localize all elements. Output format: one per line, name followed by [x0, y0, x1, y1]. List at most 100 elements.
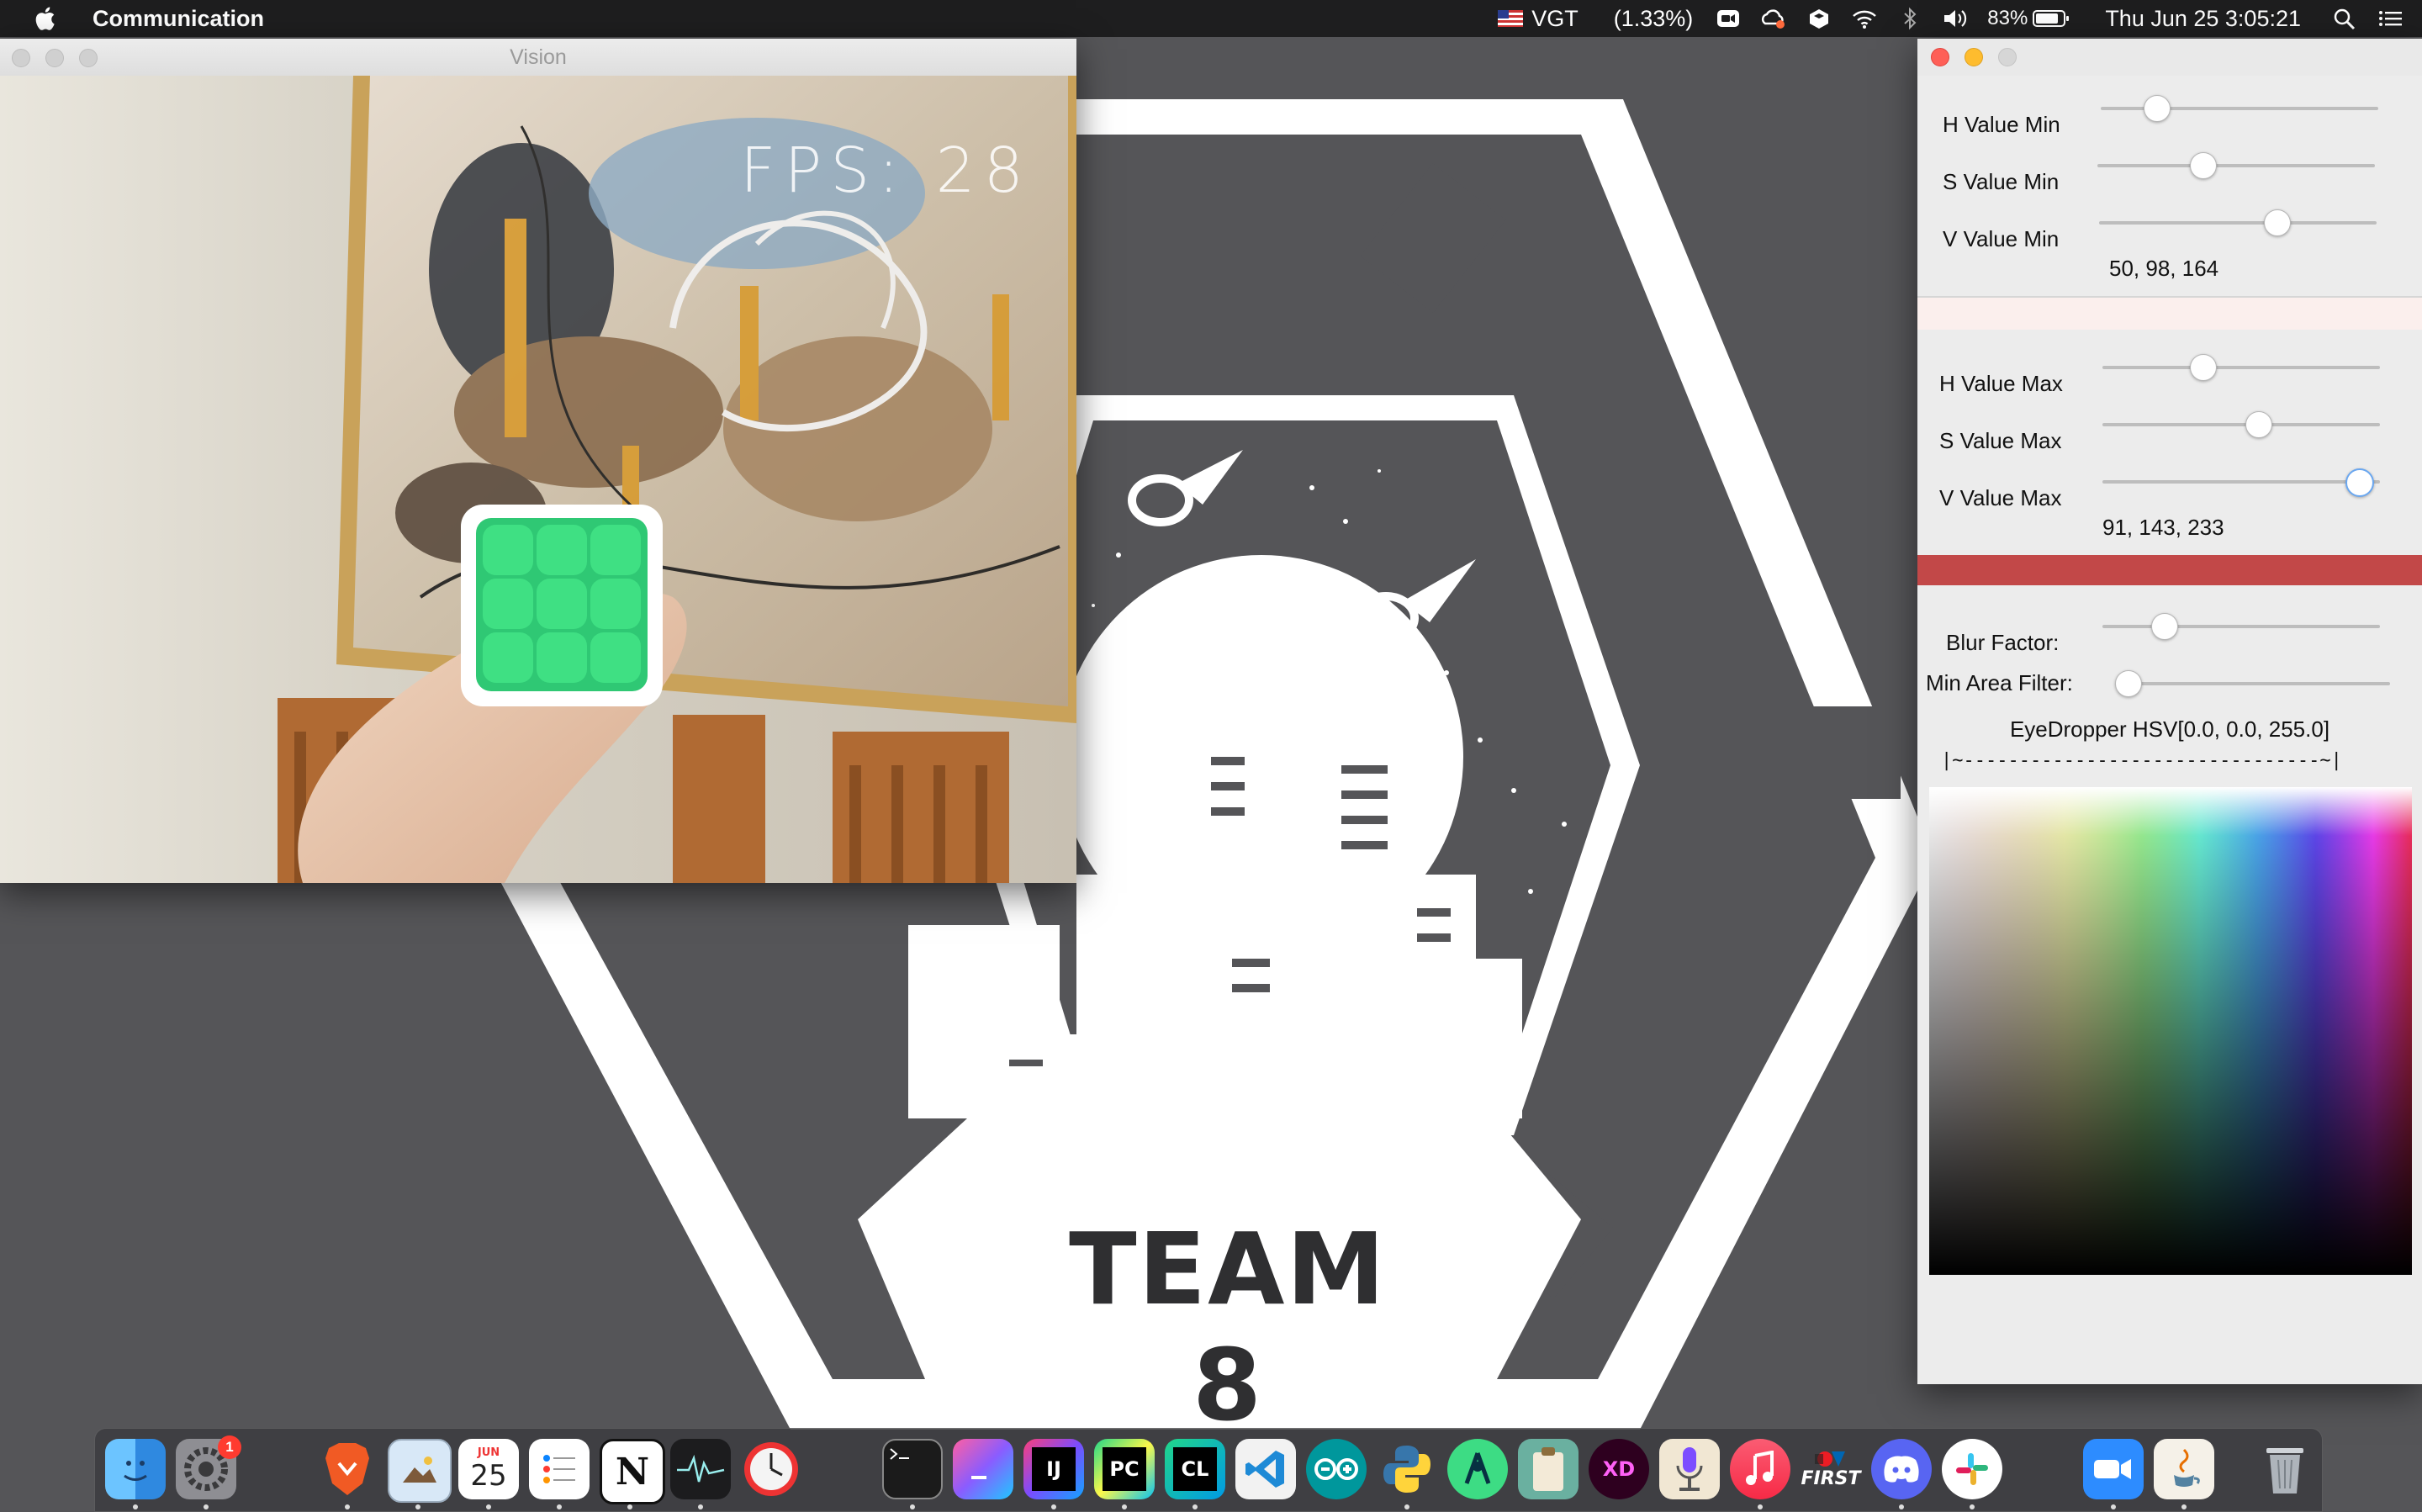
notification-badge: 1 — [218, 1435, 241, 1459]
arduino-icon[interactable] — [1306, 1439, 1367, 1499]
calendar-icon[interactable]: JUN 25 — [458, 1439, 519, 1499]
running-indicator — [1122, 1504, 1127, 1509]
vision-window[interactable]: Vision FPS: 28 — [0, 39, 1076, 883]
vscode-icon[interactable] — [1235, 1439, 1296, 1499]
v-min-label: V Value Min — [1943, 225, 2060, 251]
color-picker[interactable] — [1929, 787, 2412, 1275]
min-color-swatch — [1917, 298, 2422, 330]
running-indicator — [486, 1504, 491, 1509]
music-icon[interactable] — [1730, 1439, 1790, 1499]
h-max-knob[interactable] — [2189, 354, 2217, 381]
minimize-button[interactable] — [1965, 48, 1983, 66]
v-max-slider[interactable] — [2102, 468, 2380, 497]
adobe-xd-icon[interactable]: XD — [1589, 1439, 1649, 1499]
h-min-row: H Value Min — [1943, 108, 2060, 141]
blur-row: Blur Factor: — [1946, 626, 2059, 659]
minimize-button[interactable] — [45, 49, 64, 67]
terminal-icon[interactable] — [882, 1439, 943, 1499]
s-max-row: S Value Max — [1939, 424, 2061, 457]
brave-icon[interactable] — [317, 1439, 378, 1499]
podcast-icon[interactable] — [1659, 1439, 1720, 1499]
python-icon[interactable] — [1377, 1439, 1437, 1499]
running-indicator — [345, 1504, 350, 1509]
running-indicator — [204, 1504, 209, 1509]
running-indicator — [1051, 1504, 1056, 1509]
slack-icon[interactable] — [1942, 1439, 2002, 1499]
running-indicator — [698, 1504, 703, 1509]
h-min-knob[interactable] — [2144, 95, 2171, 122]
eyedropper-label: EyeDropper HSV[0.0, 0.0, 255.0] — [2009, 716, 2330, 742]
java-icon[interactable] — [2154, 1439, 2214, 1499]
running-indicator — [1192, 1504, 1198, 1509]
v-min-knob[interactable] — [2264, 209, 2292, 236]
running-indicator — [1758, 1504, 1763, 1509]
intellij-icon[interactable]: IJ — [1023, 1439, 1084, 1499]
vision-title: Vision — [510, 45, 567, 69]
fps-overlay: FPS: 28 — [740, 135, 1032, 207]
s-max-slider[interactable] — [2102, 411, 2380, 438]
clion-icon[interactable]: CL — [1165, 1439, 1225, 1499]
s-min-slider[interactable] — [2097, 152, 2375, 179]
h-min-slider[interactable] — [2101, 95, 2378, 122]
v-max-label: V Value Max — [1939, 484, 2062, 510]
dock: 1 JUN 25 N IJ PC CL XD FIRST — [94, 1428, 2323, 1512]
min-area-label: Min Area Filter: — [1926, 669, 2073, 695]
blur-knob[interactable] — [2150, 613, 2178, 640]
min-values: 50, 98, 164 — [2109, 256, 2219, 281]
zoom-button[interactable] — [79, 49, 98, 67]
android-studio-icon[interactable] — [1447, 1439, 1508, 1499]
h-max-slider[interactable] — [2102, 354, 2380, 381]
notion-letter: N — [615, 1450, 650, 1493]
clion-label: CL — [1173, 1447, 1217, 1491]
running-indicator — [1899, 1504, 1904, 1509]
close-button[interactable] — [1931, 48, 1949, 66]
blur-label: Blur Factor: — [1946, 629, 2060, 655]
calendar-day: 25 — [470, 1458, 507, 1493]
adobe-xd-label: XD — [1602, 1457, 1636, 1481]
system-preferences-icon[interactable]: 1 — [176, 1435, 241, 1499]
running-indicator — [910, 1504, 915, 1509]
intellij-label: IJ — [1032, 1447, 1076, 1491]
clipboard-icon[interactable] — [1518, 1439, 1579, 1499]
running-indicator — [557, 1504, 562, 1509]
finder-icon[interactable] — [105, 1439, 166, 1499]
reminders-icon[interactable] — [529, 1439, 590, 1499]
control-titlebar[interactable] — [1917, 39, 2422, 76]
running-indicator — [2181, 1504, 2187, 1509]
pycharm-label: PC — [1103, 1447, 1146, 1491]
time-machine-icon[interactable] — [741, 1439, 801, 1499]
team-label: TEAM 8 — [1069, 1211, 1387, 1443]
first-icon[interactable]: FIRST — [1801, 1439, 1861, 1499]
h-max-row: H Value Max — [1939, 367, 2063, 400]
trash-icon[interactable] — [2255, 1439, 2315, 1499]
max-color-swatch — [1917, 555, 2422, 585]
pycharm-icon[interactable]: PC — [1094, 1439, 1155, 1499]
zoom-button[interactable] — [1998, 48, 2017, 66]
max-values: 91, 143, 233 — [2102, 515, 2224, 540]
zoom-icon[interactable] — [2083, 1439, 2144, 1499]
v-max-knob[interactable] — [2345, 468, 2374, 497]
notion-icon[interactable]: N — [600, 1439, 665, 1504]
close-button[interactable] — [12, 49, 30, 67]
s-min-knob[interactable] — [2190, 152, 2218, 179]
v-min-slider[interactable] — [2099, 209, 2377, 236]
running-indicator — [415, 1504, 420, 1509]
window-controls — [1931, 48, 2017, 66]
eyedropper-ruler[interactable]: |~--------------------------------~| — [1941, 750, 2342, 771]
v-max-row: V Value Max — [1939, 481, 2061, 515]
s-max-knob[interactable] — [2245, 411, 2272, 438]
v-min-row: V Value Min — [1943, 222, 2059, 256]
visual-studio-icon[interactable] — [953, 1439, 1013, 1499]
logo-notch — [1732, 706, 1901, 799]
first-label: FIRST — [1801, 1467, 1861, 1489]
discord-icon[interactable] — [1871, 1439, 1932, 1499]
min-area-row: Min Area Filter: — [1926, 666, 2073, 700]
min-area-knob[interactable] — [2115, 670, 2142, 697]
vision-titlebar[interactable]: Vision — [0, 39, 1076, 76]
preview-icon[interactable] — [388, 1439, 452, 1503]
min-area-slider[interactable] — [2115, 670, 2390, 697]
s-min-label: S Value Min — [1943, 168, 2060, 194]
blur-slider[interactable] — [2102, 613, 2380, 640]
hsv-control-window[interactable]: H Value Min S Value Min V Value Min 50, … — [1917, 39, 2422, 1384]
activity-monitor-icon[interactable] — [670, 1439, 731, 1499]
